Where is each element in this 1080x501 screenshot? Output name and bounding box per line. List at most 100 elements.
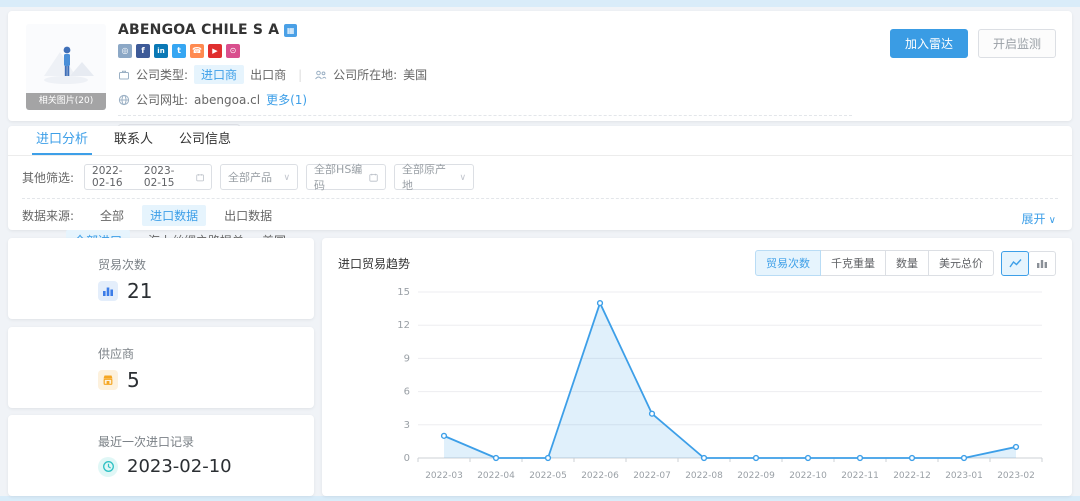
svg-text:2022-10: 2022-10: [789, 471, 827, 481]
source-import-data[interactable]: 进口数据: [142, 205, 206, 226]
origin-select-value: 全部原产地: [402, 161, 453, 193]
phone-icon[interactable]: [190, 44, 204, 58]
linkedin-icon[interactable]: [154, 44, 168, 58]
stat-value: 21: [127, 279, 152, 303]
tab-contacts[interactable]: 联系人: [114, 126, 153, 155]
trend-line-chart[interactable]: 036912152022-032022-042022-052022-062022…: [338, 280, 1056, 488]
chevron-down-icon: [283, 171, 290, 183]
globe-icon: [118, 94, 130, 106]
hs-code-value: 全部HS编码: [314, 161, 363, 193]
svg-text:2022-07: 2022-07: [633, 471, 671, 481]
stat-card-last-import: 最近一次进口记录 2023-02-10: [8, 415, 314, 496]
company-type-exporter[interactable]: 出口商: [250, 66, 286, 83]
tab-bar: 进口分析 联系人 公司信息: [8, 126, 1072, 156]
svg-text:6: 6: [404, 387, 410, 398]
product-select[interactable]: 全部产品: [220, 164, 298, 190]
data-source-label: 数据来源:: [22, 207, 74, 224]
company-card-icon[interactable]: ▦: [284, 24, 297, 37]
chart-type-toggle-group: [1002, 251, 1056, 276]
svg-text:2022-12: 2022-12: [893, 471, 931, 481]
company-website-row: 公司网址: abengoa.cl 更多(1): [118, 91, 852, 108]
metric-usd-total[interactable]: 美元总价: [928, 250, 994, 276]
bottom-accent-bar: [0, 496, 1080, 501]
briefcase-icon: [118, 69, 130, 81]
location-label: 公司所在地:: [333, 66, 397, 83]
chart-title: 进口贸易趋势: [338, 255, 410, 272]
company-type-importer[interactable]: 进口商: [194, 65, 244, 84]
dashed-separator: [118, 115, 852, 116]
company-photo[interactable]: 相关图片(20): [26, 24, 106, 110]
chevron-down-icon: [459, 171, 466, 183]
svg-text:2023-01: 2023-01: [945, 471, 983, 481]
company-type-label: 公司类型:: [136, 66, 188, 83]
stat-value: 2023-02-10: [127, 456, 232, 477]
svg-text:2022-09: 2022-09: [737, 471, 775, 481]
svg-text:12: 12: [397, 320, 410, 331]
add-radar-button[interactable]: 加入雷达: [890, 29, 968, 58]
hs-code-input[interactable]: 全部HS编码: [306, 164, 386, 190]
metric-kg-weight[interactable]: 千克重量: [820, 250, 886, 276]
website-icon[interactable]: [118, 44, 132, 58]
location-value: 美国: [403, 66, 427, 83]
svg-text:0: 0: [404, 453, 410, 464]
svg-text:2022-05: 2022-05: [529, 471, 567, 481]
stat-card-trade-count: 贸易次数 21: [8, 238, 314, 319]
product-select-value: 全部产品: [228, 169, 272, 185]
related-images-badge: 相关图片(20): [26, 93, 106, 110]
website-value[interactable]: abengoa.cl: [194, 93, 260, 107]
tab-company-info[interactable]: 公司信息: [179, 126, 231, 155]
metric-trade-count[interactable]: 贸易次数: [755, 250, 821, 276]
website-label: 公司网址:: [136, 91, 188, 108]
twitter-icon[interactable]: [172, 44, 186, 58]
top-accent-bar: [0, 0, 1080, 7]
stat-label: 最近一次进口记录: [98, 433, 314, 450]
shop-icon: [98, 370, 118, 390]
start-monitoring-button[interactable]: 开启监测: [978, 29, 1056, 58]
svg-text:2022-04: 2022-04: [477, 471, 515, 481]
analysis-filter-card: 进口分析 联系人 公司信息 其他筛选: 2022-02-16 2023-02-1…: [8, 126, 1072, 230]
bar-chart-icon[interactable]: [1028, 251, 1056, 276]
tab-import-analysis[interactable]: 进口分析: [36, 126, 88, 155]
source-export-data[interactable]: 出口数据: [224, 207, 272, 224]
social-links: [118, 44, 852, 58]
import-trend-card: 进口贸易趋势 贸易次数 千克重量 数量 美元总价: [322, 238, 1072, 496]
calendar-icon: [196, 172, 204, 183]
svg-text:2022-08: 2022-08: [685, 471, 723, 481]
svg-text:3: 3: [404, 420, 410, 431]
date-start: 2022-02-16: [92, 165, 138, 189]
company-header-card: 相关图片(20) ABENGOA CHILE S A ▦ 公司类型: 进口商 出…: [8, 11, 1072, 121]
svg-text:2023-02: 2023-02: [997, 471, 1035, 481]
company-type-row: 公司类型: 进口商 出口商 | 公司所在地: 美国: [118, 65, 852, 84]
stat-label: 供应商: [98, 345, 314, 362]
bar-chart-icon: [98, 281, 118, 301]
instagram-icon[interactable]: [226, 44, 240, 58]
clipboard-icon: [369, 172, 378, 183]
company-name-text: ABENGOA CHILE S A: [118, 22, 279, 38]
dashed-separator: [22, 198, 1058, 199]
vertical-divider: |: [298, 68, 302, 82]
line-chart-icon[interactable]: [1001, 251, 1029, 276]
svg-text:2022-11: 2022-11: [841, 471, 879, 481]
filter-label: 其他筛选:: [22, 169, 74, 186]
date-end: 2023-02-15: [144, 165, 190, 189]
filter-row: 其他筛选: 2022-02-16 2023-02-15 全部产品 全部HS编码 …: [8, 156, 1072, 190]
origin-select[interactable]: 全部原产地: [394, 164, 474, 190]
svg-text:2022-03: 2022-03: [425, 471, 463, 481]
source-all[interactable]: 全部: [100, 207, 124, 224]
metric-toggle-group: 贸易次数 千克重量 数量 美元总价: [755, 250, 994, 276]
stat-value: 5: [127, 368, 140, 392]
company-name: ABENGOA CHILE S A ▦: [118, 22, 852, 38]
metric-quantity[interactable]: 数量: [885, 250, 929, 276]
svg-text:9: 9: [404, 353, 410, 364]
website-more-link[interactable]: 更多(1): [266, 91, 307, 108]
stat-label: 贸易次数: [98, 256, 314, 273]
facebook-icon[interactable]: [136, 44, 150, 58]
svg-text:15: 15: [397, 287, 410, 298]
date-range-picker[interactable]: 2022-02-16 2023-02-15: [84, 164, 212, 190]
people-icon: [314, 69, 327, 81]
data-source-row: 数据来源: 全部 进口数据 出口数据: [8, 205, 1072, 226]
youtube-icon[interactable]: [208, 44, 222, 58]
clock-icon: [98, 457, 118, 477]
expand-link[interactable]: 展开: [1021, 210, 1056, 227]
stat-card-suppliers: 供应商 5: [8, 327, 314, 408]
